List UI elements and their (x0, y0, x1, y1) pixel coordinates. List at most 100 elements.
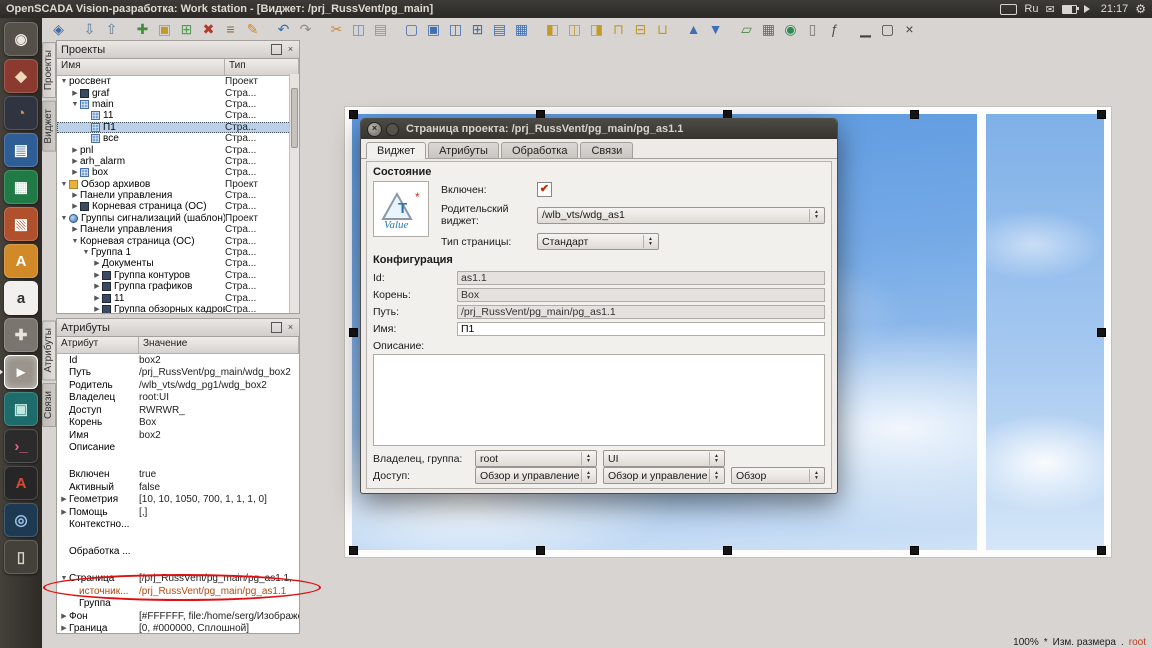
align-vcenter-icon[interactable]: ⊟ (630, 19, 651, 39)
expander-icon[interactable]: ▼ (70, 99, 80, 110)
attribute-row[interactable]: Группа (57, 598, 299, 611)
dialog-menu-icon[interactable] (386, 123, 399, 136)
expander-icon[interactable]: ▶ (92, 270, 102, 281)
column-type[interactable]: Тип (225, 59, 299, 75)
dash-home-icon[interactable]: ◉ (4, 22, 38, 56)
calc-icon[interactable]: ▦ (4, 170, 38, 204)
resize-handle[interactable] (536, 546, 545, 555)
expander-icon[interactable]: ▶ (70, 156, 80, 167)
align-bottom-icon[interactable]: ⊔ (652, 19, 673, 39)
enabled-checkbox[interactable]: ✔ (537, 182, 552, 197)
tree-row[interactable]: ▼ main Стра... (57, 99, 299, 110)
attribute-value[interactable]: false (139, 482, 299, 493)
attribute-value[interactable]: [#FFFFFF, file:/home/serg/Изображен... (139, 611, 299, 622)
expander-icon[interactable]: ▼ (70, 236, 80, 247)
expander-icon[interactable]: ▶ (92, 258, 102, 269)
side-tab[interactable]: Проекты (42, 42, 56, 98)
tree-row[interactable]: ▶ 11 Стра... (57, 292, 299, 303)
tree-row[interactable]: ▼ Группа 1 Стра... (57, 247, 299, 258)
side-tab[interactable]: Атрибуты (42, 320, 56, 380)
expander-icon[interactable]: ▶ (59, 507, 69, 518)
attribute-value[interactable]: [/prj_RussVent/pg_main/pg_as1.1,...] (139, 573, 299, 584)
trash-icon[interactable]: ▯ (4, 540, 38, 574)
align-top-icon[interactable]: ⊓ (608, 19, 629, 39)
attribute-row[interactable]: Активный false (57, 481, 299, 494)
writer-icon[interactable]: ▤ (4, 133, 38, 167)
save-to-db-icon[interactable]: ⇧ (101, 19, 122, 39)
attribute-value[interactable]: [10, 10, 1050, 700, 1, 1, 1, 0] (139, 494, 299, 505)
current-user[interactable]: root (1129, 637, 1146, 648)
resize-handle[interactable] (1097, 110, 1106, 119)
align-left-icon[interactable]: ◧ (542, 19, 563, 39)
owner-combo[interactable]: root ▲▼ (475, 450, 597, 467)
field-value[interactable]: Box (457, 288, 825, 302)
expander-icon[interactable]: ▼ (81, 247, 91, 258)
tree-row[interactable]: ▶ Панели управления Стра... (57, 224, 299, 235)
scrollbar-thumb[interactable] (291, 88, 298, 148)
field-value[interactable]: /prj_RussVent/pg_main/pg_as1.1 (457, 305, 825, 319)
ide-icon[interactable]: ◎ (4, 503, 38, 537)
resize-handle[interactable] (910, 546, 919, 555)
expander-icon[interactable]: ▶ (59, 611, 69, 622)
dialog-tab[interactable]: Обработка (501, 142, 578, 158)
form-elements-icon[interactable]: ▦ (758, 19, 779, 39)
attribute-value[interactable]: /prj_RussVent/pg_main/pg_as1.1 (139, 586, 299, 597)
media-app-icon[interactable]: ◆ (4, 59, 38, 93)
function-icon[interactable]: ƒ (824, 19, 845, 39)
align-right-icon[interactable]: ◨ (586, 19, 607, 39)
align-hcenter-icon[interactable]: ◫ (564, 19, 585, 39)
panel-close-icon[interactable]: × (286, 45, 295, 54)
attribute-value[interactable]: /prj_RussVent/pg_main/wdg_box2 (139, 367, 299, 378)
scrollbar[interactable] (289, 74, 299, 313)
spinner-arrows-icon[interactable]: ▲▼ (581, 452, 595, 465)
tree-row[interactable]: 11 Стра... (57, 110, 299, 121)
attribute-row[interactable]: ▶ Граница [0, #000000, Сплошной] (57, 623, 299, 634)
attribute-row[interactable]: источник... /prj_RussVent/pg_main/pg_as1… (57, 585, 299, 598)
spinner-arrows-icon[interactable]: ▲▼ (709, 452, 723, 465)
group-combo[interactable]: UI ▲▼ (603, 450, 725, 467)
tree-row[interactable]: ▶ Документы Стра... (57, 258, 299, 269)
tree-row[interactable]: все Стра... (57, 133, 299, 144)
page-type-combo[interactable]: Стандарт ▲▼ (537, 233, 659, 250)
attribute-row[interactable]: ▶ Геометрия [10, 10, 1050, 700, 1, 1, 1,… (57, 494, 299, 507)
keyboard-indicator-icon[interactable] (1000, 4, 1017, 15)
panel-close-icon[interactable]: × (286, 323, 295, 332)
attribute-row[interactable]: Доступ RWRWR_ (57, 404, 299, 417)
spinner-arrows-icon[interactable]: ▲▼ (581, 469, 595, 482)
column-value[interactable]: Значение (139, 337, 299, 353)
resize-handle[interactable] (349, 328, 358, 337)
attribute-row[interactable]: Владелец root:UI (57, 392, 299, 405)
window-view-icon[interactable]: ▣ (423, 19, 444, 39)
terminal-icon[interactable]: ›_ (4, 429, 38, 463)
expander-icon[interactable]: ▶ (59, 623, 69, 633)
expander-icon[interactable]: ▼ (59, 179, 69, 190)
undo-icon[interactable]: ↶ (273, 19, 294, 39)
tree-row[interactable]: ▼ Группы сигнализаций (шаблон) Проект (57, 213, 299, 224)
spinner-arrows-icon[interactable]: ▲▼ (809, 469, 823, 482)
attribute-row[interactable]: ▶ Фон [#FFFFFF, file:/home/serg/Изображе… (57, 610, 299, 623)
expander-icon[interactable]: ▶ (70, 224, 80, 235)
zoom-level[interactable]: 100% (1013, 637, 1039, 648)
resize-handle[interactable] (1097, 546, 1106, 555)
volume-icon[interactable] (1084, 5, 1094, 13)
raise-widget-icon[interactable]: ▲ (683, 19, 704, 39)
elementary-figures-icon[interactable]: ▱ (736, 19, 757, 39)
firefox-icon[interactable]: ◔ (4, 96, 38, 130)
mdi-close-icon[interactable]: × (899, 19, 920, 39)
field-value[interactable]: П1 (457, 322, 825, 336)
column-name[interactable]: Имя (57, 59, 225, 75)
dialog-tab[interactable]: Атрибуты (428, 142, 499, 158)
resize-handle[interactable] (723, 546, 732, 555)
tree-row[interactable]: ▶ Группа контуров Стра... (57, 270, 299, 281)
spinner-arrows-icon[interactable]: ▲▼ (643, 235, 657, 248)
session-gear-icon[interactable]: ⚙ (1135, 2, 1146, 16)
tree-row[interactable]: ▶ pnl Стра... (57, 144, 299, 155)
dialog-close-icon[interactable]: × (367, 122, 382, 137)
expander-icon[interactable]: ▶ (70, 190, 80, 201)
attribute-value[interactable]: box2 (139, 430, 299, 441)
editor-icon[interactable]: A (4, 466, 38, 500)
attribute-value[interactable]: true (139, 469, 299, 480)
resize-handle[interactable] (1097, 328, 1106, 337)
edit-visual-item-icon[interactable]: ✎ (242, 19, 263, 39)
access-other-combo[interactable]: Обзор ▲▼ (731, 467, 825, 484)
